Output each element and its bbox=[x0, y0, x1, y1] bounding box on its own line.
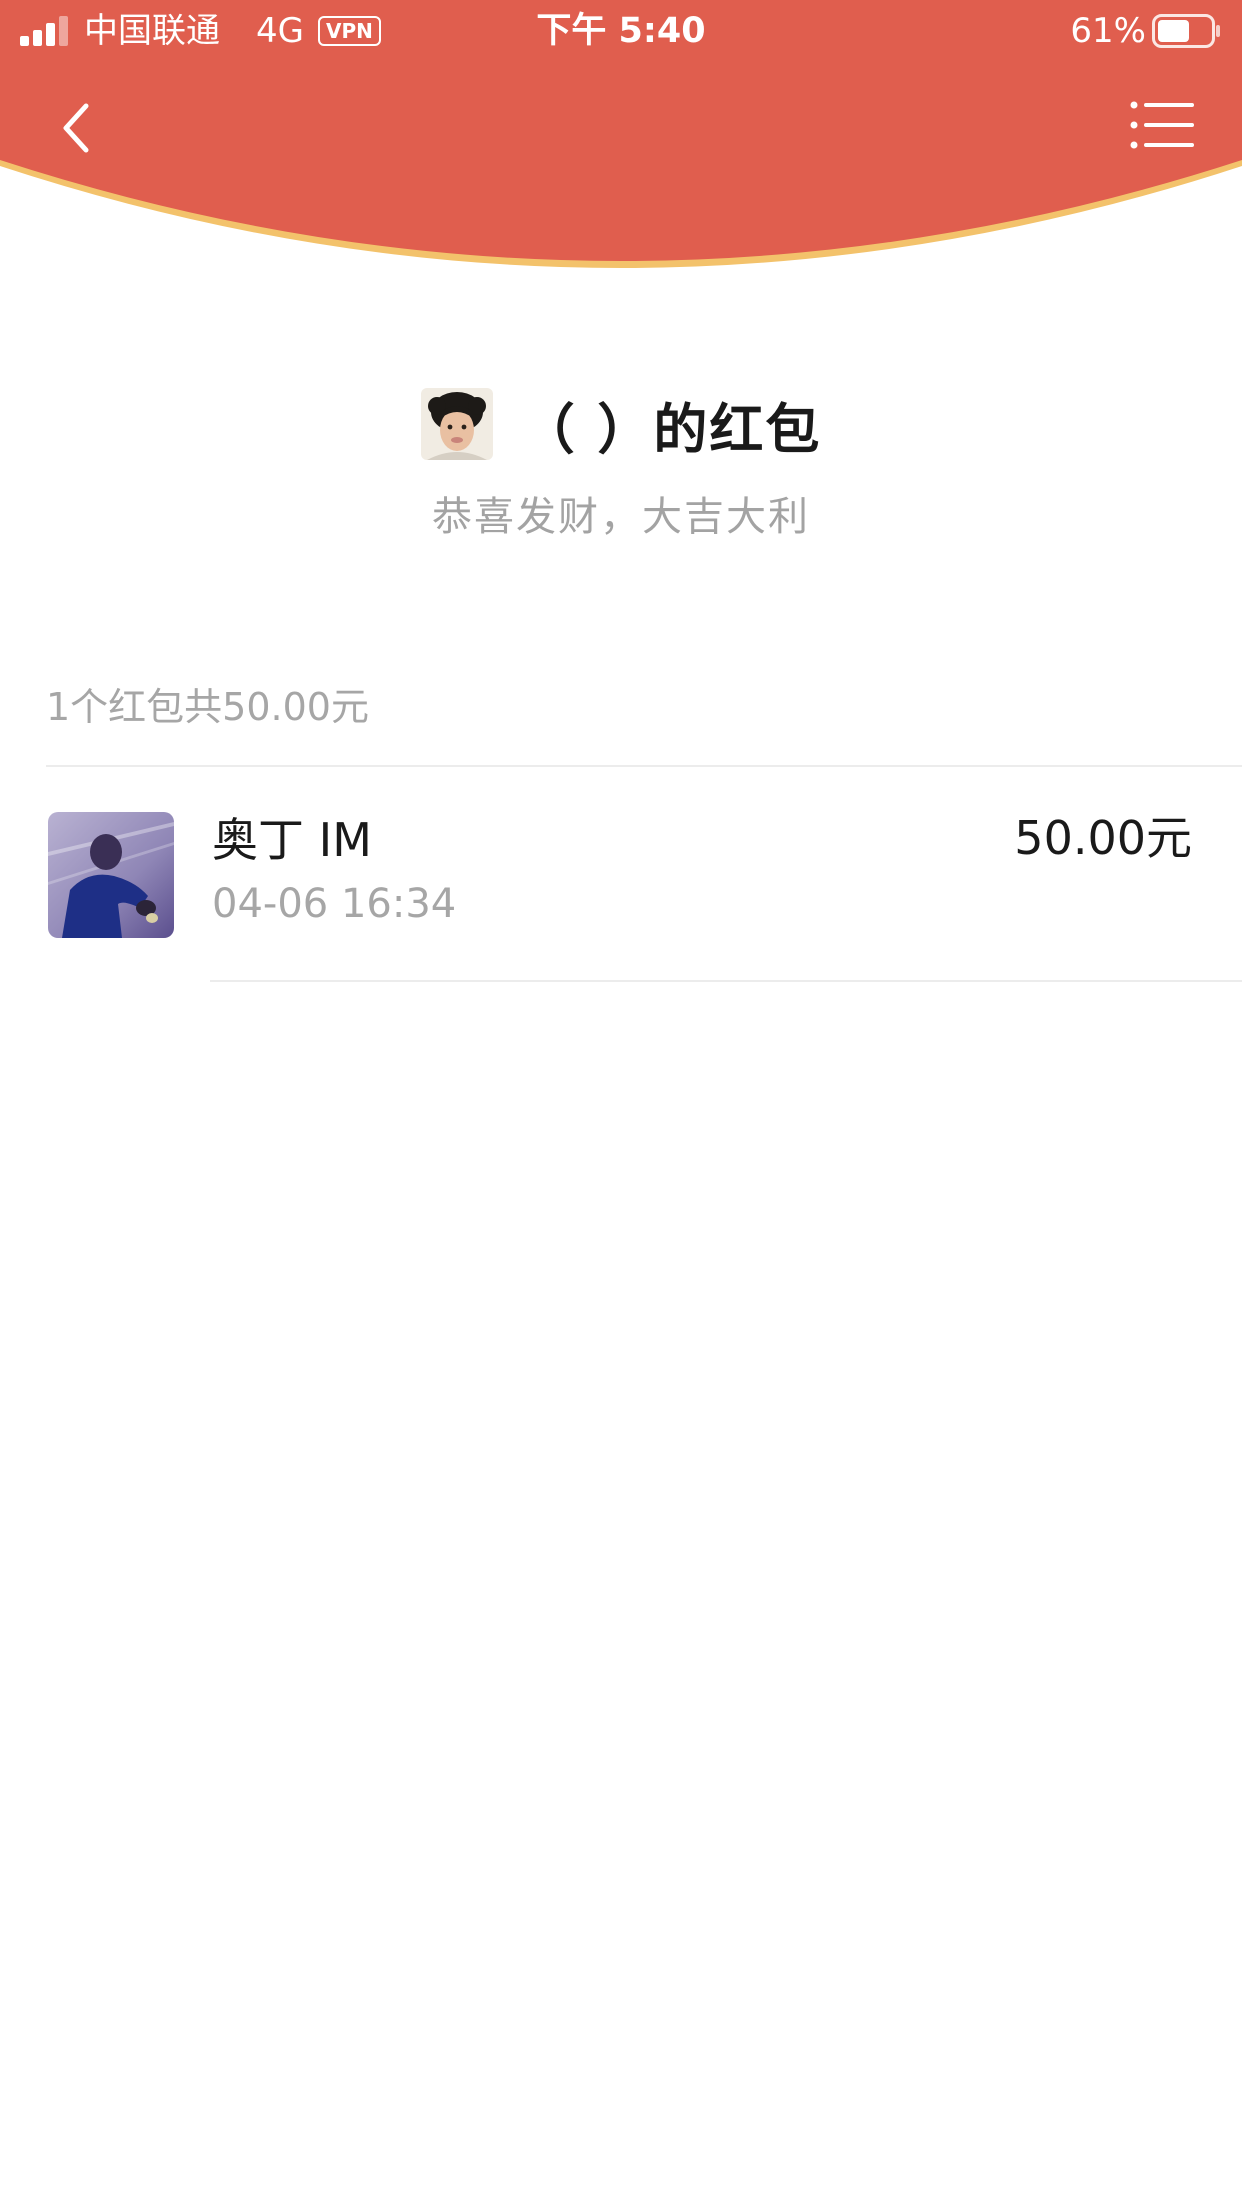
red-packet-detail-page: 中国联通 4G VPN 下午 5:40 61% （ ）的红包 恭喜发财，大吉大利… bbox=[0, 0, 1242, 2208]
menu-button[interactable] bbox=[1128, 96, 1196, 156]
envelope-blessing: 恭喜发财，大吉大利 bbox=[432, 494, 810, 540]
divider bbox=[46, 765, 1242, 767]
packet-summary: 1个红包共50.00元 bbox=[46, 685, 369, 729]
battery-percentage: 61% bbox=[1070, 11, 1146, 51]
receiver-avatar[interactable] bbox=[48, 812, 174, 938]
battery-icon bbox=[1152, 14, 1220, 48]
receive-time: 04-06 16:34 bbox=[212, 881, 457, 927]
receive-amount: 50.00元 bbox=[1014, 811, 1192, 865]
back-button[interactable] bbox=[46, 90, 114, 166]
envelope-header: （ ）的红包 bbox=[0, 386, 1242, 462]
status-time: 下午 5:40 bbox=[536, 11, 706, 51]
list-menu-icon bbox=[1130, 101, 1194, 149]
receiver-name: 奥丁 IM bbox=[212, 813, 372, 867]
divider bbox=[210, 980, 1242, 982]
chevron-left-icon bbox=[63, 103, 89, 153]
status-bar: 中国联通 4G VPN 下午 5:40 61% bbox=[0, 0, 1242, 62]
envelope-title: （ ）的红包 bbox=[520, 397, 822, 461]
receiver-list-item[interactable]: 奥丁 IM 04-06 16:34 50.00元 bbox=[0, 768, 1242, 982]
sender-avatar[interactable] bbox=[420, 388, 493, 460]
